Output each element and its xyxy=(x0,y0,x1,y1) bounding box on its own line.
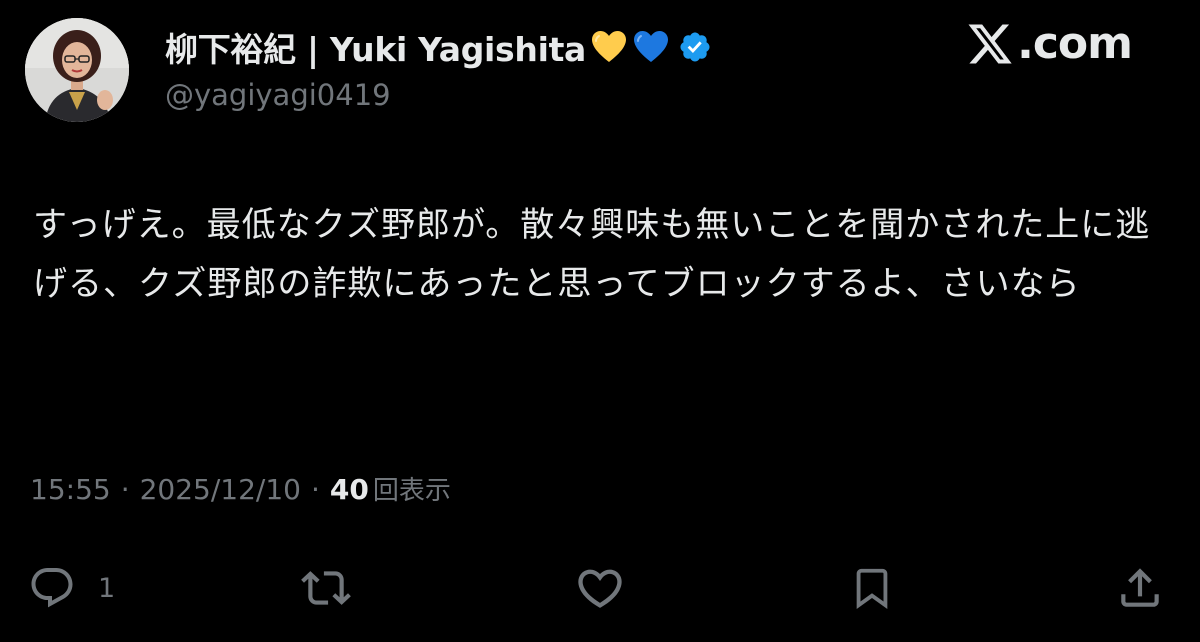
author-name-row: 柳下裕紀 | Yuki Yagishita xyxy=(165,24,712,70)
reply-button[interactable]: 1 xyxy=(28,558,115,618)
meta-separator: · xyxy=(120,473,130,506)
author-handle[interactable]: @yagiyagi0419 xyxy=(165,78,391,112)
meta-separator: · xyxy=(311,473,320,506)
reply-count: 1 xyxy=(98,572,116,604)
bookmark-icon xyxy=(849,560,895,616)
bookmark-button[interactable] xyxy=(849,558,895,618)
like-button[interactable] xyxy=(574,558,626,618)
post-card: 柳下裕紀 | Yuki Yagishita @yagiyagi0419 .com… xyxy=(0,0,1200,642)
avatar-photo xyxy=(25,18,129,122)
brand-logo: .com xyxy=(965,18,1133,69)
repost-button[interactable] xyxy=(301,558,351,618)
yellow-heart-icon xyxy=(590,29,628,65)
views-label: 回表示 xyxy=(372,476,451,506)
post-date[interactable]: 2025/12/10 xyxy=(140,473,301,506)
blue-heart-icon xyxy=(632,29,670,65)
repost-icon xyxy=(301,563,351,613)
reply-icon xyxy=(28,564,76,612)
share-button[interactable] xyxy=(1115,558,1165,618)
brand-domain-text: .com xyxy=(1017,18,1133,69)
author-display-name[interactable]: 柳下裕紀 | Yuki Yagishita xyxy=(165,23,586,71)
post-meta: 15:55 · 2025/12/10 · 40 回表示 xyxy=(30,470,451,507)
action-bar: 1 xyxy=(0,558,1200,618)
x-logo-icon xyxy=(965,20,1015,68)
share-icon xyxy=(1115,563,1165,613)
post-text: すっげえ。最低なクズ野郎が。散々興味も無いことを聞かされた上に逃げる、クズ野郎の… xyxy=(33,205,1151,304)
avatar[interactable] xyxy=(25,18,129,122)
post-time[interactable]: 15:55 xyxy=(30,473,111,506)
views-count: 40 xyxy=(329,473,369,506)
heart-icon xyxy=(574,562,626,614)
verified-badge-icon xyxy=(678,30,712,64)
